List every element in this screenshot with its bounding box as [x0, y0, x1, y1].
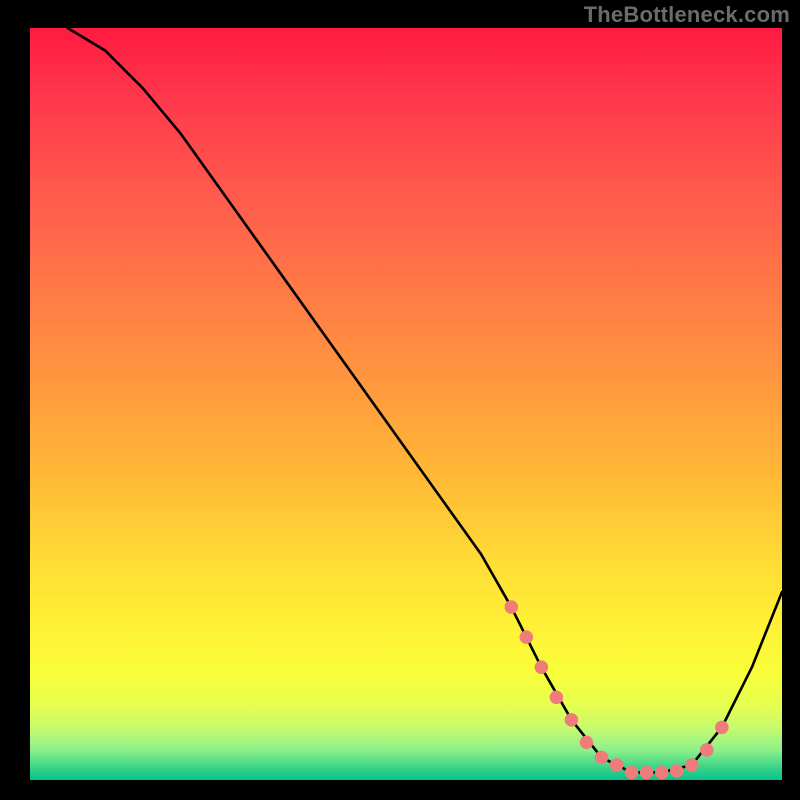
- optimal-marker: [505, 600, 519, 614]
- optimal-marker: [715, 721, 729, 735]
- optimal-marker: [640, 766, 654, 780]
- plot-area: [30, 28, 782, 780]
- optimal-marker: [550, 691, 564, 705]
- optimal-marker: [595, 751, 609, 765]
- optimal-marker: [580, 736, 594, 750]
- curve-group: [68, 28, 782, 772]
- chart-stage: TheBottleneck.com: [0, 0, 800, 800]
- watermark-text: TheBottleneck.com: [584, 2, 790, 28]
- optimal-marker: [655, 766, 669, 780]
- optimal-marker: [685, 758, 699, 772]
- optimal-marker: [610, 758, 624, 772]
- optimal-marker: [625, 766, 639, 780]
- optimal-marker: [565, 713, 579, 727]
- bottleneck-curve: [68, 28, 782, 772]
- optimal-marker: [520, 630, 534, 644]
- optimal-marker: [535, 660, 549, 674]
- optimal-marker: [700, 743, 714, 757]
- optimal-marker: [670, 764, 684, 778]
- bottleneck-curve-svg: [30, 28, 782, 780]
- marker-group: [505, 600, 729, 779]
